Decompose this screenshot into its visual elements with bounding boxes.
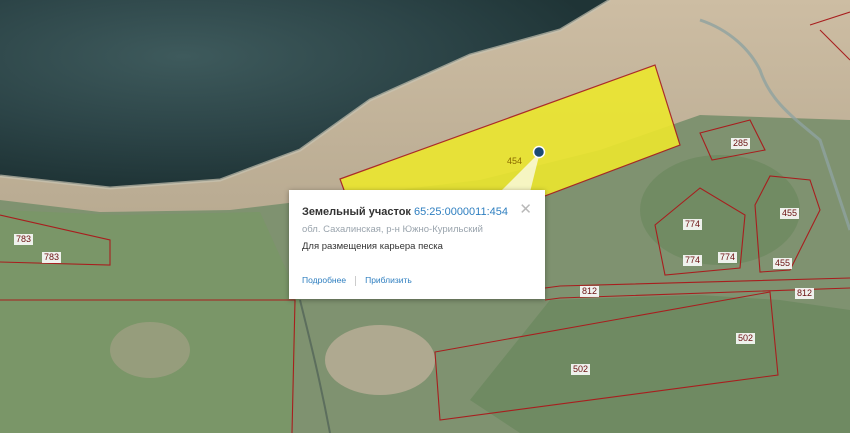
parcel-label: 774	[718, 252, 738, 263]
parcel-label: 455	[773, 258, 793, 269]
parcel-info-popup: Земельный участок 65:25:0000011:454 ✕ об…	[289, 190, 545, 299]
popup-title-text: Земельный участок	[302, 206, 411, 218]
location-marker[interactable]	[532, 145, 546, 159]
zoom-in-link[interactable]: Приблизить	[365, 275, 412, 285]
parcel-label: 783	[14, 234, 34, 245]
parcel-label: 285	[731, 138, 751, 149]
parcel-label: 812	[580, 286, 600, 297]
parcel-label: 783	[42, 252, 62, 263]
map-view[interactable]: 454 783 783 285 774 774 774 455 455 812 …	[0, 0, 850, 433]
parcel-label: 455	[780, 208, 800, 219]
popup-title: Земельный участок 65:25:0000011:454	[302, 206, 508, 218]
link-separator	[355, 275, 357, 286]
parcel-description: Для размещения карьера песка	[302, 241, 443, 252]
parcel-label: 502	[736, 333, 756, 344]
more-details-link[interactable]: Подробнее	[302, 275, 346, 285]
parcel-address: обл. Сахалинская, р-н Южно-Курильский	[302, 224, 483, 235]
parcel-label-selected: 454	[507, 156, 523, 166]
parcel-label: 774	[683, 219, 703, 230]
popup-links: Подробнее Приблизить	[302, 275, 412, 286]
close-icon[interactable]: ✕	[519, 202, 532, 217]
parcel-label: 502	[571, 364, 591, 375]
parcel-label: 774	[683, 255, 703, 266]
parcel-label: 812	[795, 288, 815, 299]
cadastral-number-link[interactable]: 65:25:0000011:454	[414, 206, 508, 218]
